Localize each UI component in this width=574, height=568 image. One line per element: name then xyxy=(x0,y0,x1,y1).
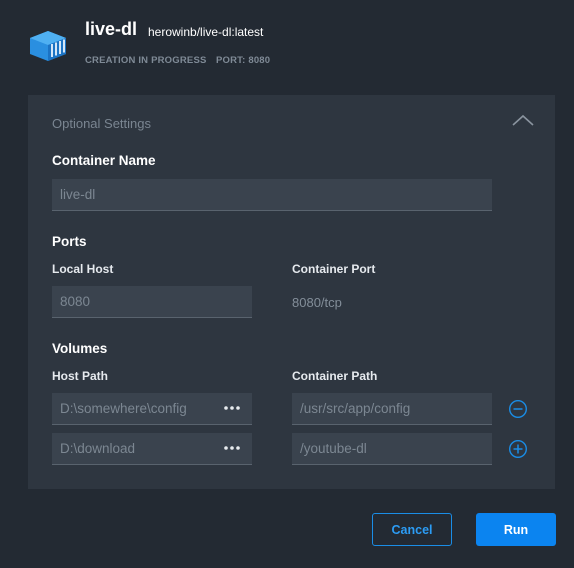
cancel-button[interactable]: Cancel xyxy=(372,513,452,546)
host-path-field xyxy=(52,393,252,425)
container-port-value: 8080/tcp xyxy=(292,295,342,310)
container-path-input[interactable] xyxy=(292,433,492,465)
host-path-input[interactable] xyxy=(52,433,212,464)
container-icon xyxy=(30,31,66,61)
optional-settings-panel: Optional Settings Container Name Ports L… xyxy=(28,95,555,489)
run-button[interactable]: Run xyxy=(476,513,556,546)
chevron-up-icon[interactable] xyxy=(510,111,536,129)
image-name: herowinb/live-dl:latest xyxy=(148,25,264,39)
ports-heading: Ports xyxy=(52,234,87,249)
optional-settings-label: Optional Settings xyxy=(52,116,152,131)
port-text: PORT: 8080 xyxy=(216,55,271,66)
more-dots-icon[interactable] xyxy=(222,441,242,455)
remove-circle-icon[interactable] xyxy=(508,399,528,419)
container-path-label: Container Path xyxy=(292,369,378,383)
add-circle-icon[interactable] xyxy=(508,439,528,459)
container-name-input[interactable] xyxy=(52,179,492,211)
host-path-field xyxy=(52,433,252,465)
host-path-input[interactable] xyxy=(52,393,212,424)
more-dots-icon[interactable] xyxy=(222,401,242,415)
container-title: live-dl xyxy=(85,19,138,39)
container-name-heading: Container Name xyxy=(52,153,156,168)
local-host-label: Local Host xyxy=(52,262,114,276)
run-container-dialog: live-dl herowinb/live-dl:latest CREATION… xyxy=(0,0,574,568)
volumes-heading: Volumes xyxy=(52,341,108,356)
container-port-label: Container Port xyxy=(292,262,376,276)
status-text: CREATION IN PROGRESS xyxy=(85,55,207,66)
local-host-input[interactable] xyxy=(52,286,252,318)
host-path-label: Host Path xyxy=(52,369,109,383)
container-path-input[interactable] xyxy=(292,393,492,425)
header: live-dl herowinb/live-dl:latest CREATION… xyxy=(0,0,574,80)
